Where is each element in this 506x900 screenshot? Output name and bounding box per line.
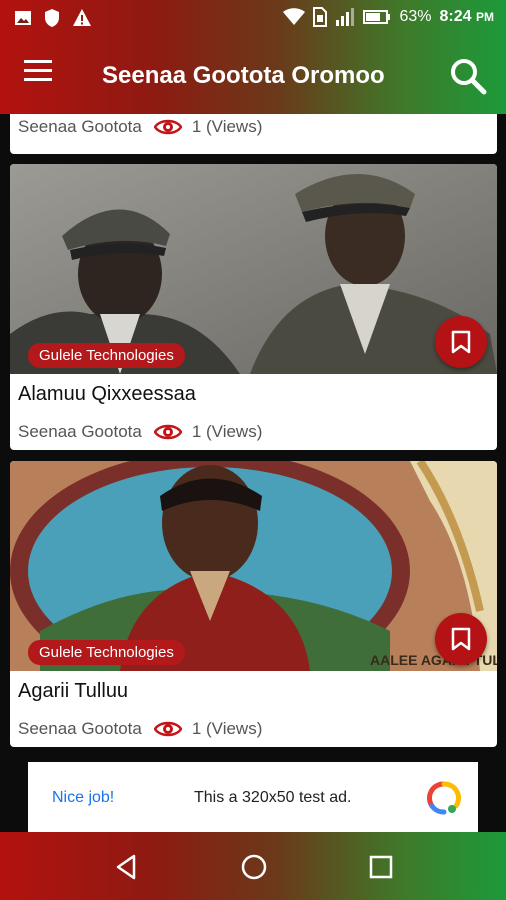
card-meta: Seenaa Gootota 1 (Views) [10, 713, 497, 745]
sim-icon [313, 7, 328, 27]
source-badge: Gulele Technologies [28, 640, 185, 665]
card-source: Seenaa Gootota [18, 422, 142, 441]
system-navigation-bar [0, 832, 506, 900]
card-meta: Seenaa Gootota 1 (Views) [10, 416, 497, 448]
status-bar: 63% 8:24 PM [0, 0, 506, 36]
wifi-icon [283, 8, 306, 25]
ad-text: This a 320x50 test ad. [194, 789, 352, 806]
article-card[interactable]: Seenaa Gootota 1 (Views) [10, 114, 497, 154]
battery-percent: 63% [399, 8, 432, 25]
ad-banner[interactable]: Nice job! This a 320x50 test ad. [28, 762, 478, 834]
source-badge: Gulele Technologies [28, 343, 185, 368]
battery-icon [363, 10, 391, 24]
gallery-notification-icon [15, 11, 31, 25]
card-source: Seenaa Gootota [18, 117, 142, 136]
menu-icon [24, 60, 52, 63]
ad-logo-icon [427, 781, 461, 815]
card-meta: Seenaa Gootota 1 (Views) [10, 114, 497, 142]
card-views: 1 (Views) [191, 422, 263, 441]
card-views: 1 (Views) [191, 117, 263, 136]
back-icon [116, 854, 136, 880]
clock: 8:24 PM [439, 8, 494, 25]
bookmark-icon [451, 627, 471, 651]
eye-icon [153, 119, 182, 135]
card-source: Seenaa Gootota [18, 719, 142, 738]
card-title[interactable]: Agarii Tulluu [10, 671, 497, 713]
menu-button[interactable] [24, 60, 56, 90]
eye-icon [153, 721, 182, 737]
eye-icon [153, 424, 182, 440]
card-views: 1 (Views) [191, 719, 263, 738]
app-title: Seenaa Gootota Oromoo [102, 62, 385, 89]
article-card[interactable]: Gulele Technologies Alamuu Qixxeessaa Se… [10, 164, 497, 450]
recents-icon [369, 855, 393, 879]
article-card[interactable]: AALEE AGARII TULLU Gulele Technologies A… [10, 461, 497, 747]
shield-notification-icon [45, 9, 59, 27]
bookmark-button[interactable] [435, 613, 487, 665]
back-button[interactable] [112, 852, 142, 882]
top-bar: 63% 8:24 PM Seenaa Gootota Oromoo [0, 0, 506, 114]
signal-icon [336, 8, 355, 26]
card-image: AALEE AGARII TULLU Gulele Technologies [10, 461, 497, 671]
card-title[interactable]: Alamuu Qixxeessaa [10, 374, 497, 416]
bookmark-button[interactable] [435, 316, 487, 368]
search-icon [451, 59, 487, 95]
card-image: Gulele Technologies [10, 164, 497, 374]
search-button[interactable] [448, 56, 488, 96]
article-list[interactable]: Seenaa Gootota 1 (Views) Gulele Technolo… [0, 114, 506, 832]
home-icon [241, 854, 267, 880]
warning-icon [73, 9, 91, 26]
ad-label[interactable]: Nice job! [52, 789, 114, 807]
recents-button[interactable] [366, 852, 396, 882]
bookmark-icon [451, 330, 471, 354]
home-button[interactable] [239, 852, 269, 882]
app-bar: Seenaa Gootota Oromoo [0, 36, 506, 114]
